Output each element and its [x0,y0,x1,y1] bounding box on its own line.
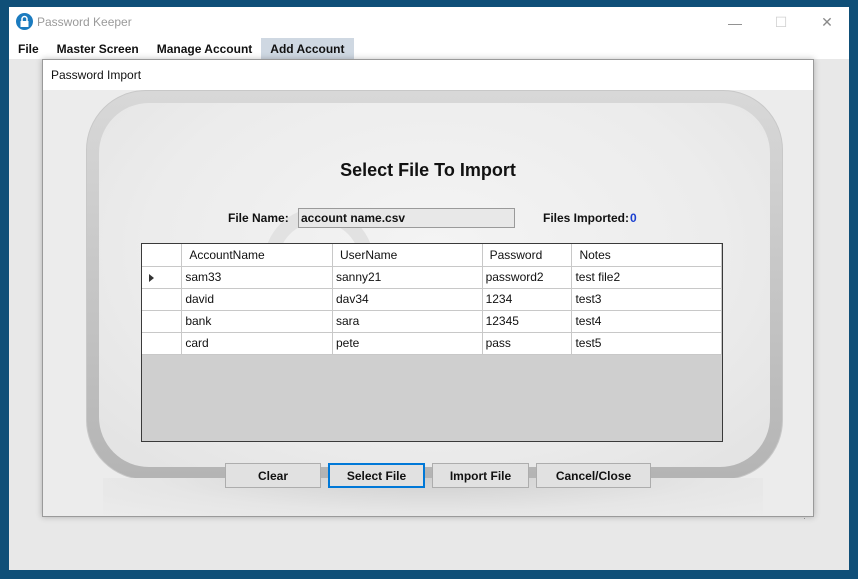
table-cell[interactable]: test5 [571,332,722,355]
table-cell[interactable]: sara [332,310,483,333]
file-name-label: File Name: [228,211,289,225]
row-header[interactable] [142,332,183,355]
table-row[interactable]: card pete pass test5 [142,332,722,355]
import-data-grid[interactable]: AccountName UserName Password Notes sam3… [141,243,723,442]
dialog-body: Select File To Import File Name: Files I… [43,90,813,516]
dialog-title: Password Import [51,68,142,82]
table-cell[interactable]: 1234 [482,288,573,311]
table-cell[interactable]: sanny21 [332,266,483,289]
table-row[interactable]: sam33 sanny21 password2 test file2 [142,266,722,289]
row-header[interactable] [142,310,183,333]
column-header-username[interactable]: UserName [332,244,483,267]
table-cell[interactable]: pete [332,332,483,355]
close-button[interactable]: ✕ [804,7,850,38]
import-file-button[interactable]: Import File [432,463,529,488]
page-title: Select File To Import [340,160,516,180]
current-row-pointer-icon [149,273,154,282]
menu-add-account[interactable]: Add Account [261,38,354,59]
table-cell[interactable]: password2 [482,266,573,289]
password-import-dialog: Password Import Select File To Import Fi… [42,59,814,517]
table-cell[interactable]: 12345 [482,310,573,333]
table-cell[interactable]: dav34 [332,288,483,311]
menu-file[interactable]: File [9,38,48,59]
table-cell[interactable]: bank [181,310,333,333]
menu-manage-account[interactable]: Manage Account [148,38,262,59]
table-row[interactable]: david dav34 1234 test3 [142,288,722,311]
table-cell[interactable]: test3 [571,288,722,311]
table-cell[interactable]: david [181,288,333,311]
lock-icon [16,13,33,30]
files-imported-label: Files Imported: [543,211,630,225]
cancel-close-button[interactable]: Cancel/Close [536,463,651,488]
dialog-title-bar: Password Import [43,60,813,90]
table-cell[interactable]: pass [482,332,573,355]
table-cell[interactable]: test file2 [571,266,722,289]
table-cell[interactable]: card [181,332,333,355]
menu-bar: File Master Screen Manage Account Add Ac… [9,38,849,59]
row-header[interactable] [142,266,183,289]
table-cell[interactable]: sam33 [181,266,333,289]
minimize-button[interactable]: — [712,7,758,38]
file-name-field[interactable] [298,208,515,228]
clear-button[interactable]: Clear [225,463,321,488]
column-header-accountname[interactable]: AccountName [181,244,333,267]
table-cell[interactable]: test4 [571,310,722,333]
files-imported-count: 0 [630,211,637,225]
title-bar: Password Keeper — ☐ ✕ [9,7,849,38]
window-title: Password Keeper [37,15,132,29]
grid-corner-header[interactable] [142,244,183,267]
select-file-button[interactable]: Select File [328,463,425,488]
column-header-notes[interactable]: Notes [571,244,722,267]
row-header[interactable] [142,288,183,311]
menu-master-screen[interactable]: Master Screen [48,38,148,59]
table-row[interactable]: bank sara 12345 test4 [142,310,722,333]
column-header-password[interactable]: Password [482,244,573,267]
maximize-button[interactable]: ☐ [758,7,804,38]
grid-header-row: AccountName UserName Password Notes [142,244,722,267]
